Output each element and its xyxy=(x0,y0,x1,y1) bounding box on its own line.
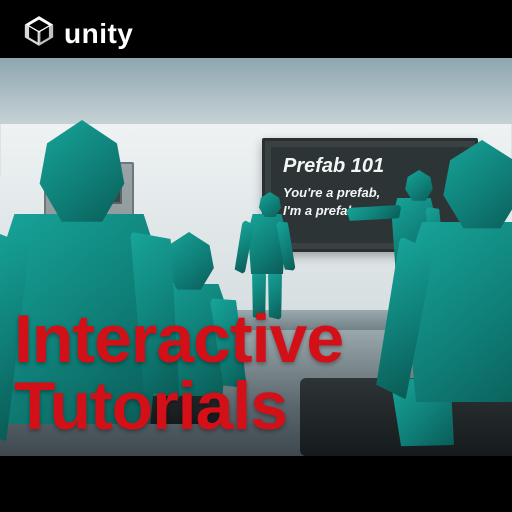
unity-logo: unity xyxy=(22,14,133,53)
unity-cube-icon xyxy=(22,14,64,53)
headline: Interactive Tutorials xyxy=(14,306,343,439)
brand-name: unity xyxy=(64,18,133,50)
headline-line-1: Interactive xyxy=(14,306,343,373)
headline-line-2: Tutorials xyxy=(14,373,343,440)
letterbox-bottom xyxy=(0,456,512,512)
character-seated-right xyxy=(388,140,512,450)
promo-scene: Prefab 101 You're a prefab, I'm a prefab… xyxy=(0,0,512,512)
